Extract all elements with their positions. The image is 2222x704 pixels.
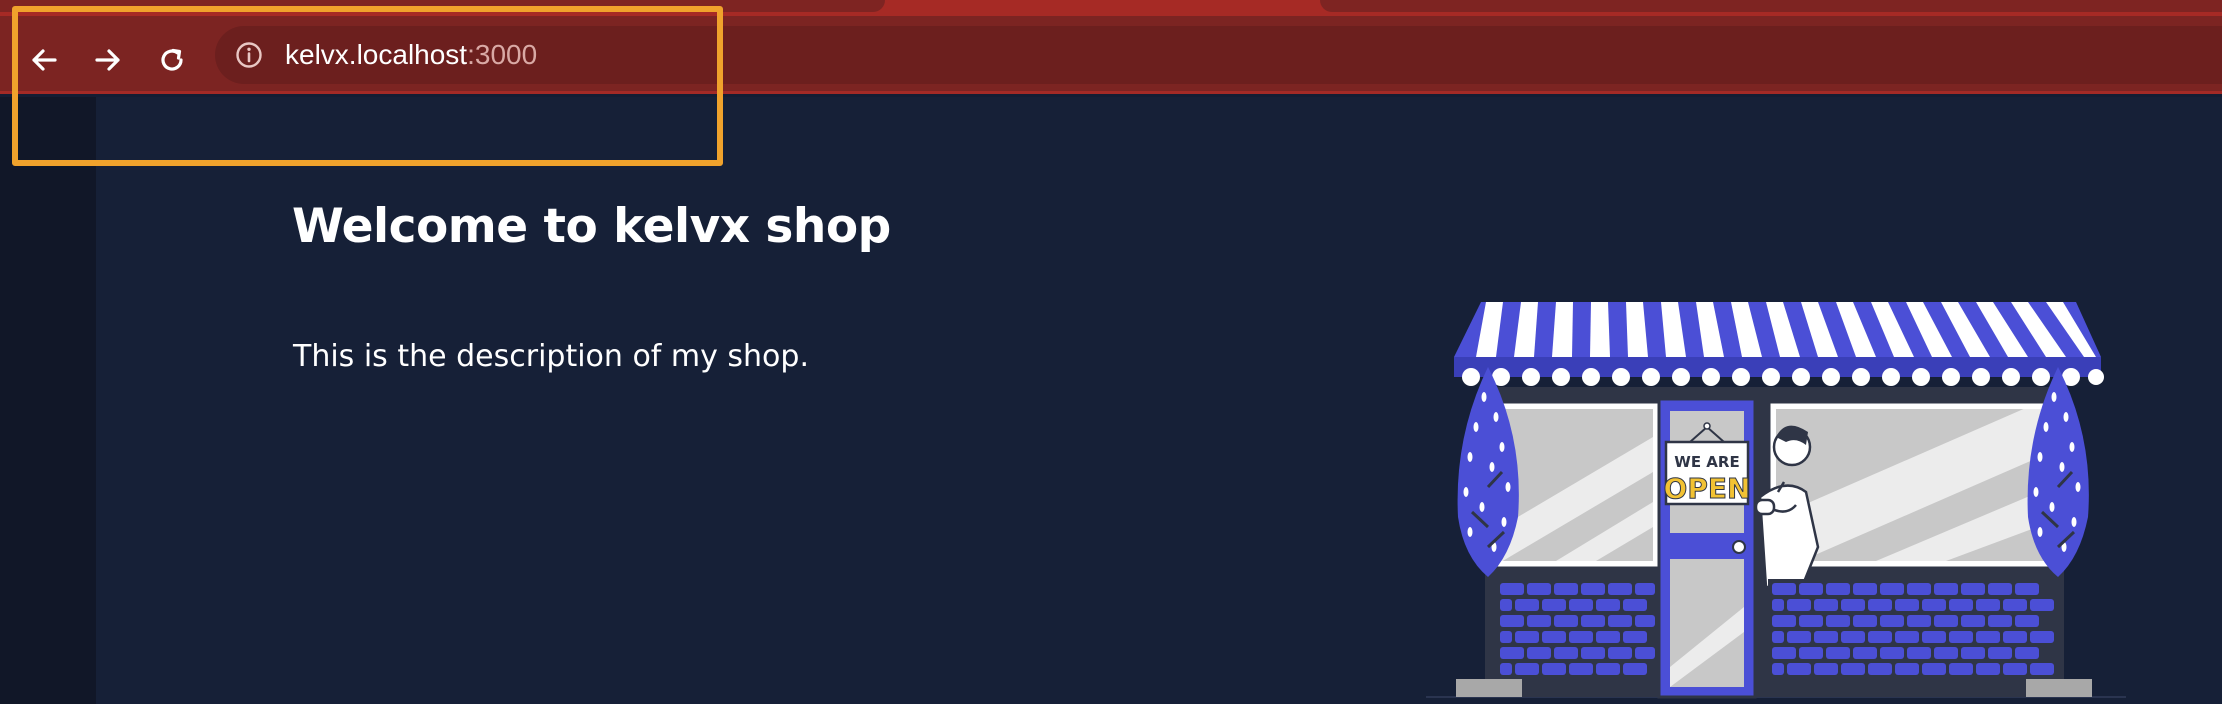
planter-left [1456, 679, 1522, 697]
inactive-tab-edge[interactable] [0, 0, 885, 12]
forward-button[interactable] [82, 34, 134, 86]
inactive-tab-edge[interactable] [1320, 0, 2222, 12]
reload-icon [161, 48, 183, 71]
brick-wall-right [1768, 579, 2058, 692]
sign-line-1: WE ARE [1674, 453, 1739, 471]
page-content: Welcome to kelvx shop This is the descri… [96, 97, 2222, 704]
reload-button[interactable] [146, 34, 198, 86]
url-text[interactable]: kelvx.localhost:3000 [285, 39, 537, 71]
url-host: kelvx.localhost [285, 39, 468, 70]
brick-wall-left [1496, 579, 1658, 692]
sign-line-2: OPEN [1664, 472, 1751, 505]
storefront-illustration: WE ARE OPEN [1426, 302, 2126, 699]
arrow-left-icon [32, 49, 57, 71]
page-title: Welcome to kelvx shop [292, 199, 891, 254]
side-panel-edge [0, 97, 96, 704]
back-button[interactable] [18, 34, 70, 86]
tab-strip [0, 0, 2222, 16]
shop-door: WE ARE OPEN [1657, 397, 1757, 699]
awning [1454, 302, 2104, 386]
arrow-right-icon [95, 49, 120, 71]
address-bar[interactable]: kelvx.localhost:3000 [215, 26, 2222, 84]
planter-right [2026, 679, 2092, 697]
url-port: :3000 [467, 39, 538, 70]
page-description: This is the description of my shop. [293, 339, 809, 374]
info-icon[interactable] [235, 41, 263, 69]
browser-toolbar: kelvx.localhost:3000 [0, 16, 2222, 94]
left-window [1492, 400, 1662, 570]
